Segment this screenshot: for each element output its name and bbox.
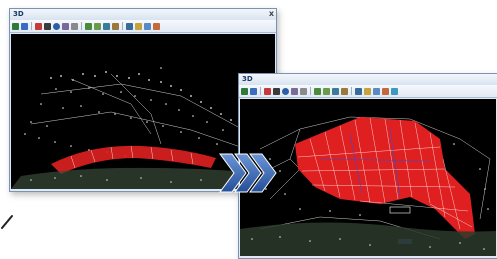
grid-icon[interactable] [144,22,151,30]
pan-icon[interactable] [21,22,28,30]
layer-icon[interactable] [85,22,92,30]
export-icon[interactable] [153,22,160,30]
help-icon[interactable] [391,87,398,95]
mesh-icon[interactable] [332,87,339,95]
toolbar-separator [351,87,352,95]
light-icon[interactable] [355,87,362,95]
right-toolbar [239,85,497,98]
texture-icon[interactable] [135,22,142,30]
view-cube-icon[interactable] [291,87,298,95]
rotate-icon[interactable] [12,22,19,30]
orbit-icon[interactable] [282,87,289,95]
left-window-titlebar[interactable]: 3D x [10,9,276,20]
settings-icon[interactable] [341,87,348,95]
grid-icon[interactable] [373,87,380,95]
left-window-title: 3D [13,10,24,18]
settings-icon[interactable] [112,22,119,30]
right-window-title: 3D [242,75,253,83]
texture-icon[interactable] [364,87,371,95]
pan-icon[interactable] [250,87,257,95]
excavation-surface [295,117,475,239]
right-3d-viewport[interactable] [240,99,496,256]
zoom-icon[interactable] [44,22,51,30]
terrain-lines [30,73,262,155]
view-cube-icon[interactable] [62,22,69,30]
right-window-titlebar[interactable]: 3D [239,74,497,85]
surface-icon[interactable] [323,87,330,95]
camera-icon[interactable] [71,22,78,30]
mesh-icon[interactable] [103,22,110,30]
right-point-cloud [240,116,496,256]
toolbar-separator [31,22,32,30]
camera-icon[interactable] [300,87,307,95]
zoom-window-icon[interactable] [35,22,42,30]
orbit-icon[interactable] [53,22,60,30]
surface-icon[interactable] [94,22,101,30]
zoom-window-icon[interactable] [264,87,271,95]
rotate-icon[interactable] [241,87,248,95]
toolbar-separator [122,22,123,30]
toolbar-separator [260,87,261,95]
close-icon[interactable]: x [269,9,274,19]
layer-icon[interactable] [314,87,321,95]
terrain-points [24,67,256,159]
toolbar-separator [310,87,311,95]
zoom-icon[interactable] [273,87,280,95]
structure-outline [389,206,411,214]
left-toolbar [10,20,276,33]
export-icon[interactable] [382,87,389,95]
transition-arrows-icon [219,153,277,193]
pointer-stroke-icon [1,215,13,229]
toolbar-separator [81,22,82,30]
light-icon[interactable] [126,22,133,30]
